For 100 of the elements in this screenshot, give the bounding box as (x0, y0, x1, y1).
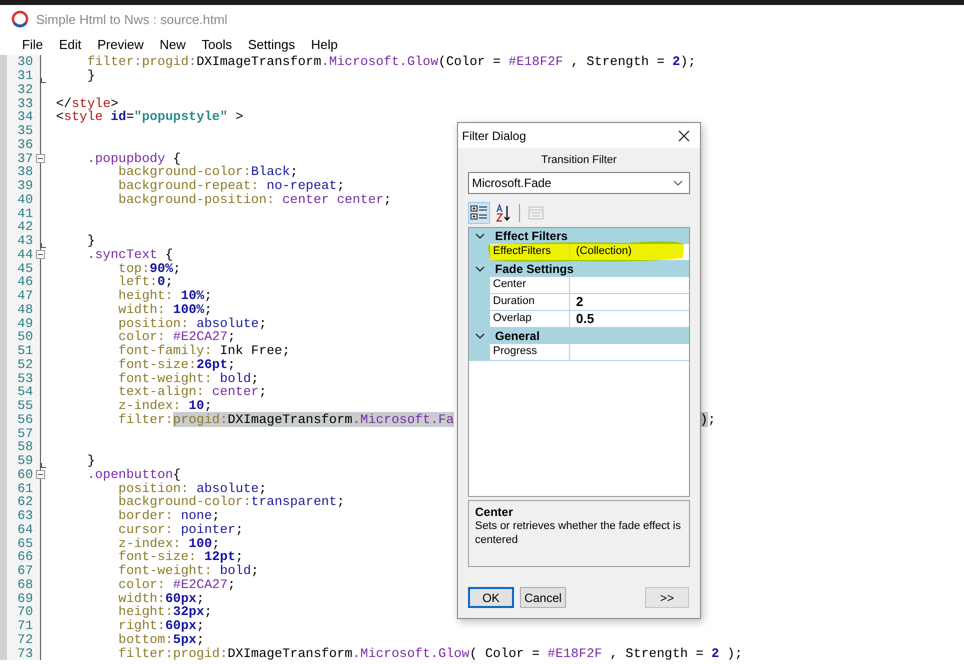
line-number: 58 (16, 439, 33, 454)
code-line: width: 100%; (117, 302, 212, 316)
line-number: 53 (16, 370, 33, 386)
code-line: cursor: pointer; (117, 522, 244, 536)
collapse-chevron-icon[interactable] (475, 266, 485, 272)
close-icon[interactable] (678, 130, 690, 142)
code-line: border: none; (117, 509, 220, 522)
line-number: 34 (16, 109, 33, 124)
line-number: 42 (16, 219, 33, 234)
property-name[interactable]: Progress (490, 344, 570, 360)
code-line: <style id="popupstyle" > (56, 110, 244, 124)
line-number: 33 (16, 96, 33, 111)
collapse-icon[interactable] (36, 154, 45, 163)
line-number: 54 (16, 384, 33, 400)
line-number: 68 (16, 576, 33, 592)
line-number: 48 (16, 302, 33, 317)
line-number: 65 (16, 536, 33, 551)
collapse-chevron-icon[interactable] (475, 233, 485, 239)
property-value[interactable]: (Collection) (570, 244, 689, 260)
line-number: 30 (16, 54, 33, 70)
collapse-chevron-icon[interactable] (475, 333, 485, 339)
line-number: 57 (16, 426, 33, 441)
menu-item[interactable]: Settings (240, 36, 303, 52)
code-line: text-align: center; (117, 385, 267, 398)
line-number: 31 (16, 68, 33, 84)
line-number: 62 (16, 494, 33, 510)
menu-item[interactable]: Tools (194, 36, 240, 52)
line-number: 47 (16, 288, 33, 304)
code-line: width:60px; (117, 592, 204, 605)
code-line: left:0; (117, 275, 174, 288)
code-line: bottom:5px; (117, 632, 204, 646)
line-number: 67 (16, 563, 33, 578)
line-number: 32 (16, 82, 33, 97)
property-name[interactable]: Overlap (490, 311, 570, 327)
code-line: </style> (56, 96, 118, 110)
property-name[interactable]: Center (490, 277, 570, 293)
code-line: top:90%; (118, 262, 181, 275)
line-number: 41 (16, 206, 33, 221)
code-line: .openbutton{ (86, 468, 181, 481)
code-line: position: absolute; (117, 316, 267, 330)
line-number: 45 (16, 260, 33, 276)
line-number: 66 (16, 549, 33, 564)
line-number: 59 (16, 453, 33, 468)
description-text: Sets or retrieves whether the fade effect is centered (475, 519, 682, 547)
filter-dropdown[interactable]: Microsoft.Fade (468, 172, 690, 194)
code-line: font-weight: bold; (117, 564, 259, 578)
code-line: filter:progid:DXImageTransform.Microsoft.Glow( Color = #E18F2F , Strength = 2 ); (117, 646, 743, 660)
code-line: } (86, 454, 96, 468)
line-number: 49 (16, 316, 33, 331)
code-line: z-index: 10; (117, 399, 212, 412)
line-number: 71 (16, 618, 33, 634)
transition-filter-label: Transition Filter (541, 154, 617, 166)
code-line: color: #E2CA27; (117, 330, 236, 344)
line-number: 73 (16, 646, 33, 661)
property-value[interactable]: 2 (570, 294, 689, 310)
code-line: color: #E2CA27; (117, 578, 236, 591)
code-line: .popupbody { (86, 152, 181, 165)
category-header[interactable]: General (495, 329, 540, 343)
menu-item[interactable]: New (152, 36, 194, 52)
line-number: 37 (16, 150, 33, 166)
code-line: height:32px; (117, 605, 212, 618)
cancel-button[interactable]: Cancel (520, 587, 566, 608)
collapse-icon[interactable] (36, 470, 45, 479)
collapse-icon[interactable] (36, 250, 45, 259)
code-line: filter:progid:DXImageTransform.Microsoft.Glow(Color = #E18F2F , Strength = 2); (86, 55, 696, 68)
code-line: position: absolute; (118, 482, 267, 495)
description-title: Center (475, 505, 514, 519)
menu-item[interactable]: Help (302, 36, 346, 52)
menu-item[interactable]: Edit (50, 36, 90, 52)
line-number: 70 (16, 604, 33, 620)
line-number: 52 (16, 356, 33, 372)
line-number: 61 (16, 480, 33, 496)
categorized-view-button[interactable] (468, 202, 490, 224)
line-number: 40 (16, 192, 33, 207)
property-name[interactable]: Duration (490, 294, 570, 310)
line-number: 44 (16, 246, 33, 262)
line-number: 63 (16, 508, 33, 524)
line-number: 38 (16, 164, 33, 180)
ok-button[interactable]: OK (468, 587, 514, 608)
menu-item[interactable]: Preview (89, 36, 152, 52)
app-icon (10, 9, 30, 29)
property-value[interactable]: 0.5 (570, 311, 689, 327)
line-number: 50 (16, 329, 33, 344)
line-number: 43 (16, 233, 33, 248)
line-number: 46 (16, 274, 33, 290)
code-line: font-weight: bold; (117, 372, 259, 385)
dialog-title: Filter Dialog (462, 128, 526, 142)
code-line: background-color:Black; (118, 165, 298, 178)
line-number: 72 (16, 632, 33, 647)
code-line: right:60px; (117, 619, 204, 632)
line-number: 55 (16, 398, 33, 414)
line-number: 36 (16, 136, 33, 152)
line-number: 56 (16, 412, 33, 427)
property-name[interactable]: EffectFilters (490, 244, 570, 260)
code-line: font-size:26pt; (117, 358, 236, 371)
chevron-down-icon (673, 180, 683, 186)
code-line: z-index: 100; (117, 536, 220, 550)
menu-item[interactable]: File (14, 36, 51, 52)
code-line: background-repeat: no-repeat; (117, 179, 345, 192)
code-line: filter:progid:DXImageTransform.Microsoft.Fa (117, 412, 454, 426)
